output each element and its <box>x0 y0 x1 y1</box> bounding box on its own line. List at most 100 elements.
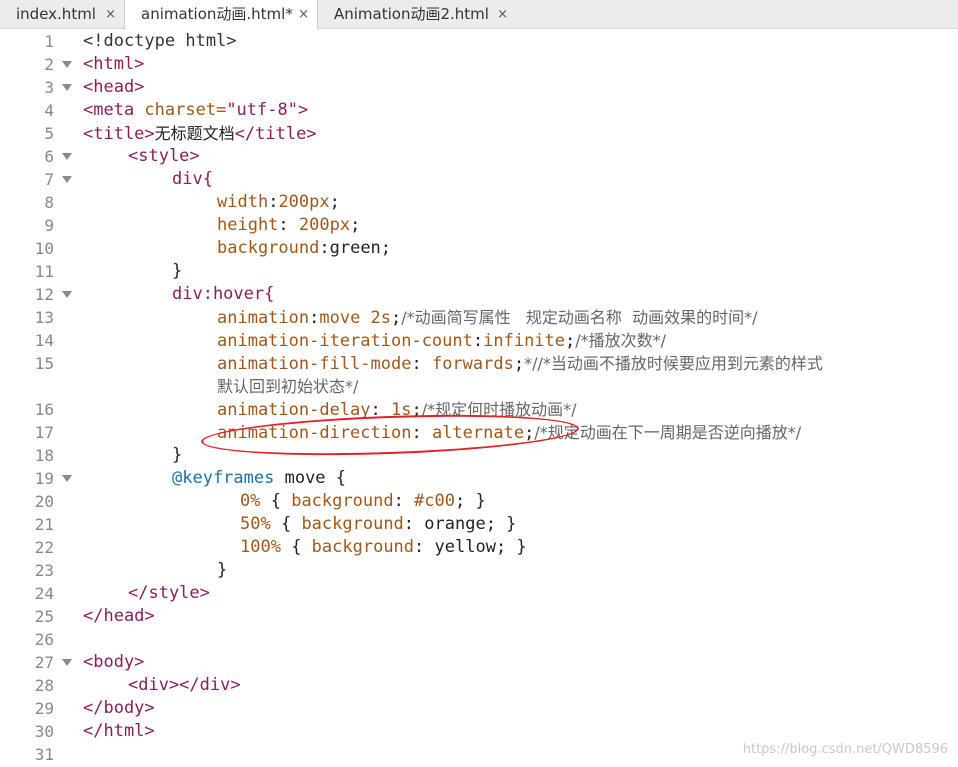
code-text: <body> <box>83 652 145 672</box>
line-number: 3 <box>44 78 54 97</box>
code-text: } <box>172 261 183 281</box>
code-text: 默认回到初始状态*/ <box>217 377 359 396</box>
line-number: 23 <box>34 561 54 580</box>
line-number: 8 <box>44 193 54 212</box>
code-line: 21 50% { background: orange; } <box>0 513 958 536</box>
code-text: </html> <box>83 721 155 741</box>
line-number: 15 <box>34 354 54 373</box>
close-icon[interactable]: × <box>298 0 309 29</box>
tab-bar: index.html × animation动画.html* × Animati… <box>0 0 958 30</box>
code-line: 4 <meta charset="utf-8"> <box>0 99 958 122</box>
code-text: <!doctype html> <box>83 31 237 51</box>
code-line: 27 <body> <box>0 651 958 674</box>
line-number: 28 <box>34 676 54 695</box>
line-number: 20 <box>34 492 54 511</box>
code-line: 22 100% { background: yellow; } <box>0 536 958 559</box>
line-number: 18 <box>34 446 54 465</box>
code-line: 26 <box>0 628 958 651</box>
code-text: background:green; <box>217 238 392 258</box>
code-text: } <box>172 445 183 465</box>
code-line: 29 </body> <box>0 697 958 720</box>
fold-arrow-icon[interactable] <box>62 153 72 160</box>
fold-arrow-icon[interactable] <box>62 291 72 298</box>
code-line: 3 <head> <box>0 76 958 99</box>
fold-arrow-icon[interactable] <box>62 84 72 91</box>
code-line: 8 width:200px; <box>0 191 958 214</box>
code-text: div:hover{ <box>172 284 275 304</box>
code-text: </body> <box>83 698 155 718</box>
line-number: 4 <box>44 101 54 120</box>
code-text: } <box>217 560 228 580</box>
line-number: 30 <box>34 722 54 741</box>
line-number: 13 <box>34 308 54 327</box>
code-text: <meta charset="utf-8"> <box>83 100 309 120</box>
code-text: 100% { background: yellow; } <box>240 537 527 557</box>
code-line: 5 <title>无标题文档</title> <box>0 122 958 145</box>
code-line: 28 <div></div> <box>0 674 958 697</box>
code-line: 25 </head> <box>0 605 958 628</box>
line-number: 16 <box>34 400 54 419</box>
fold-arrow-icon[interactable] <box>62 475 72 482</box>
code-text: animation:move 2s;/*动画简写属性 规定动画名称 动画效果的时… <box>217 308 758 328</box>
code-line: 12 div:hover{ <box>0 283 958 306</box>
code-line: 11 } <box>0 260 958 283</box>
code-line: 7 div{ <box>0 168 958 191</box>
code-text: </head> <box>83 606 155 626</box>
line-number: 22 <box>34 538 54 557</box>
line-number: 24 <box>34 584 54 603</box>
code-line: 1 <!doctype html> <box>0 30 958 53</box>
code-text: @keyframes move { <box>172 468 347 488</box>
line-number: 25 <box>34 607 54 626</box>
code-line: 23 } <box>0 559 958 582</box>
code-editor[interactable]: 1 <!doctype html> 2 <html> 3 <head> 4 <m… <box>0 30 958 767</box>
tab-animation-html[interactable]: animation动画.html* × <box>124 0 318 30</box>
fold-arrow-icon[interactable] <box>62 176 72 183</box>
tab-label: Animation动画2.html <box>334 5 489 23</box>
code-line: 20 0% { background: #c00; } <box>0 490 958 513</box>
line-number: 21 <box>34 515 54 534</box>
close-icon[interactable]: × <box>497 0 508 29</box>
tab-label: index.html <box>16 5 96 23</box>
code-text: <title>无标题文档</title> <box>83 124 317 144</box>
line-number: 12 <box>34 285 54 304</box>
line-number: 2 <box>44 55 54 74</box>
line-number: 26 <box>34 630 54 649</box>
tab-label: animation动画.html* <box>141 5 293 23</box>
line-number: 14 <box>34 331 54 350</box>
line-number: 11 <box>34 262 54 281</box>
tab-index-html[interactable]: index.html × <box>0 0 124 29</box>
fold-arrow-icon[interactable] <box>62 61 72 68</box>
code-line: 15 animation-fill-mode: forwards;*//*当动画… <box>0 352 958 375</box>
tab-animation2-html[interactable]: Animation动画2.html × <box>318 0 516 29</box>
code-line: 6 <style> <box>0 145 958 168</box>
close-icon[interactable]: × <box>105 0 116 29</box>
fold-arrow-icon[interactable] <box>62 659 72 666</box>
code-line: 9 height: 200px; <box>0 214 958 237</box>
line-number: 5 <box>44 124 54 143</box>
code-text: <style> <box>128 146 200 166</box>
line-number: 6 <box>44 147 54 166</box>
code-text: 50% { background: orange; } <box>240 514 517 534</box>
line-number: 9 <box>44 216 54 235</box>
code-line: 30 </html> <box>0 720 958 743</box>
code-text: </style> <box>128 583 210 603</box>
code-line: 14 animation-iteration-count:infinite;/*… <box>0 329 958 352</box>
line-number: 10 <box>34 239 54 258</box>
code-text: animation-fill-mode: forwards;*//*当动画不播放… <box>217 354 823 374</box>
code-line: 13 animation:move 2s;/*动画简写属性 规定动画名称 动画效… <box>0 306 958 329</box>
code-line: 10 background:green; <box>0 237 958 260</box>
code-text: height: 200px; <box>217 215 361 235</box>
line-number: 31 <box>34 745 54 764</box>
line-number: 27 <box>34 653 54 672</box>
line-number: 29 <box>34 699 54 718</box>
code-text: animation-iteration-count:infinite;/*播放次… <box>217 331 667 351</box>
line-number: 19 <box>34 469 54 488</box>
code-line-wrap: 默认回到初始状态*/ <box>0 375 958 398</box>
watermark: https://blog.csdn.net/QWD8596 <box>742 742 948 757</box>
line-number: 7 <box>44 170 54 189</box>
line-number: 17 <box>34 423 54 442</box>
code-text: 0% { background: #c00; } <box>240 491 486 511</box>
code-line: 24 </style> <box>0 582 958 605</box>
code-line: 2 <html> <box>0 53 958 76</box>
code-text: width:200px; <box>217 192 340 212</box>
